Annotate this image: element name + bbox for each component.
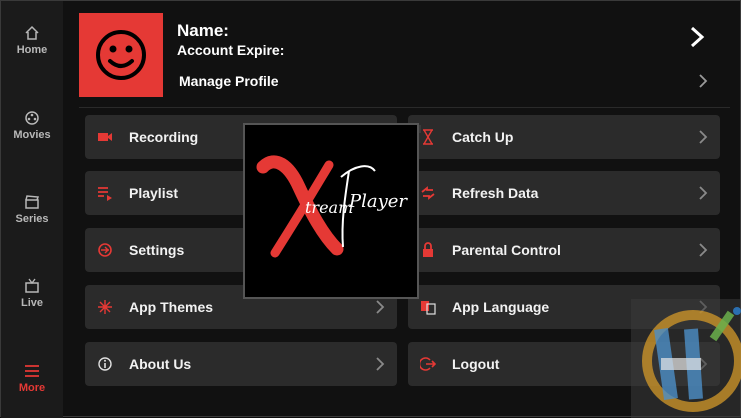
menu-label: Parental Control: [452, 242, 561, 258]
menu-label: Recording: [129, 129, 199, 145]
sidebar: Home Movies Series Live More: [1, 1, 63, 418]
refresh-icon: [421, 186, 435, 200]
catch-up-button[interactable]: Catch Up: [408, 115, 720, 159]
clapperboard-icon: [25, 195, 40, 209]
refresh-data-button[interactable]: Refresh Data: [408, 171, 720, 215]
playlist-icon: [98, 187, 112, 201]
lock-icon: [423, 242, 433, 257]
menu-label: App Themes: [129, 299, 214, 315]
menu-label: Refresh Data: [452, 185, 539, 201]
logo-graphic: tream Player: [256, 155, 408, 258]
smiley-face-icon: [96, 30, 146, 80]
manage-profile-link[interactable]: Manage Profile: [179, 73, 279, 89]
app-frame: Home Movies Series Live More Name: Accou…: [0, 0, 741, 418]
profile-name-label: Name:: [177, 21, 229, 40]
sidebar-item-label: Series: [15, 213, 49, 225]
sidebar-item-movies[interactable]: Movies: [1, 110, 63, 141]
info-icon: [98, 357, 112, 371]
menu-label: Settings: [129, 242, 185, 258]
video-camera-icon: [98, 133, 112, 141]
chevron-right-icon[interactable]: [697, 73, 709, 89]
watermark-logo: [631, 299, 741, 418]
about-us-button[interactable]: About Us: [85, 342, 397, 386]
sidebar-item-more[interactable]: More: [1, 363, 63, 394]
settings-icon: [98, 243, 112, 257]
hourglass-icon: [423, 129, 433, 145]
menu-label: App Language: [452, 299, 550, 315]
logo-word-player: Player: [348, 191, 408, 212]
avatar[interactable]: [79, 13, 163, 97]
sidebar-item-label: More: [18, 382, 46, 394]
sidebar-item-label: Live: [20, 297, 43, 309]
parental-control-button[interactable]: Parental Control: [408, 228, 720, 272]
menu-icon: [25, 365, 39, 377]
chevron-right-icon: [699, 130, 708, 144]
translate-icon: [421, 301, 436, 315]
menu-label: Playlist: [129, 185, 179, 201]
home-icon: [25, 25, 39, 40]
themes-icon: [98, 300, 112, 314]
menu-label: About Us: [129, 356, 192, 372]
sidebar-item-home[interactable]: Home: [1, 25, 63, 56]
chevron-right-icon[interactable]: [687, 25, 707, 49]
film-reel-icon: [25, 111, 39, 125]
xtream-player-logo: tream Player: [243, 123, 419, 299]
chevron-right-icon: [376, 357, 385, 371]
divider: [79, 107, 730, 108]
account-expire-label: Account Expire:: [177, 42, 285, 58]
logo-word-tream: tream: [305, 198, 353, 217]
sidebar-item-label: Home: [16, 44, 48, 56]
sidebar-item-live[interactable]: Live: [1, 278, 63, 309]
tv-icon: [25, 278, 39, 293]
sidebar-item-label: Movies: [13, 129, 51, 141]
chevron-right-icon: [699, 186, 708, 200]
chevron-right-icon: [699, 243, 708, 257]
menu-label: Logout: [452, 356, 500, 372]
chevron-right-icon: [376, 300, 385, 314]
menu-label: Catch Up: [452, 129, 514, 145]
sidebar-item-series[interactable]: Series: [1, 194, 63, 225]
logout-icon: [420, 357, 436, 371]
